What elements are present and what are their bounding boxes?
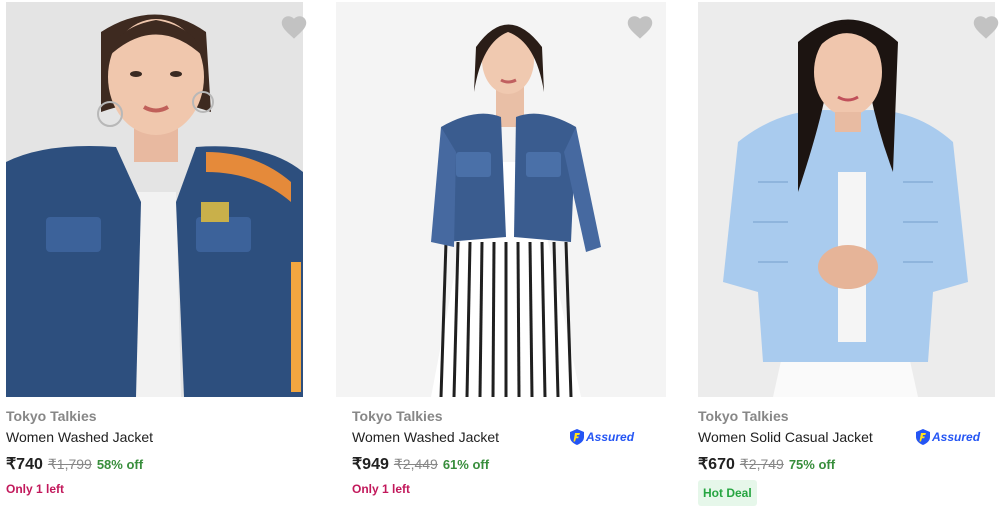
price-row: ₹949 ₹2,449 61% off <box>352 454 489 474</box>
stock-status: Only 1 left <box>6 482 65 496</box>
product-title[interactable]: Women Washed Jacket <box>352 429 499 445</box>
assured-label: Assured <box>932 430 981 444</box>
product-card[interactable]: Tokyo Talkies Women Washed Jacket ₹740 ₹1… <box>6 0 308 508</box>
discount-percent: 58% off <box>96 457 144 472</box>
price-row: ₹740 ₹1,799 58% off <box>6 454 143 474</box>
assured-badge: Assured <box>916 428 980 446</box>
assured-label: Assured <box>586 430 635 444</box>
product-card[interactable]: Tokyo Talkies Women Washed Jacket Assure… <box>336 0 666 508</box>
selling-price: ₹670 <box>698 456 735 473</box>
brand-name: Tokyo Talkies <box>698 408 789 424</box>
product-image[interactable] <box>6 2 303 397</box>
product-image[interactable] <box>336 2 666 397</box>
original-price: ₹2,749 <box>739 456 784 472</box>
product-title[interactable]: Women Solid Casual Jacket <box>698 429 873 445</box>
brand-name: Tokyo Talkies <box>6 408 97 424</box>
product-image[interactable] <box>698 2 995 397</box>
assured-badge: Assured <box>570 428 634 446</box>
original-price: ₹1,799 <box>47 456 92 472</box>
flipkart-assured-badge-icon <box>570 429 584 445</box>
product-card[interactable]: Tokyo Talkies Women Solid Casual Jacket … <box>698 0 1000 508</box>
hot-deal-badge: Hot Deal <box>698 480 757 506</box>
wishlist-heart-icon[interactable] <box>972 14 1000 40</box>
selling-price: ₹740 <box>6 456 43 473</box>
brand-name: Tokyo Talkies <box>352 408 443 424</box>
wishlist-heart-icon[interactable] <box>280 14 308 40</box>
discount-percent: 75% off <box>788 457 836 472</box>
flipkart-assured-badge-icon <box>916 429 930 445</box>
stock-status: Only 1 left <box>352 482 411 496</box>
discount-percent: 61% off <box>442 457 490 472</box>
price-row: ₹670 ₹2,749 75% off <box>698 454 835 474</box>
product-title[interactable]: Women Washed Jacket <box>6 429 153 445</box>
original-price: ₹2,449 <box>393 456 438 472</box>
selling-price: ₹949 <box>352 456 389 473</box>
wishlist-heart-icon[interactable] <box>626 14 654 40</box>
